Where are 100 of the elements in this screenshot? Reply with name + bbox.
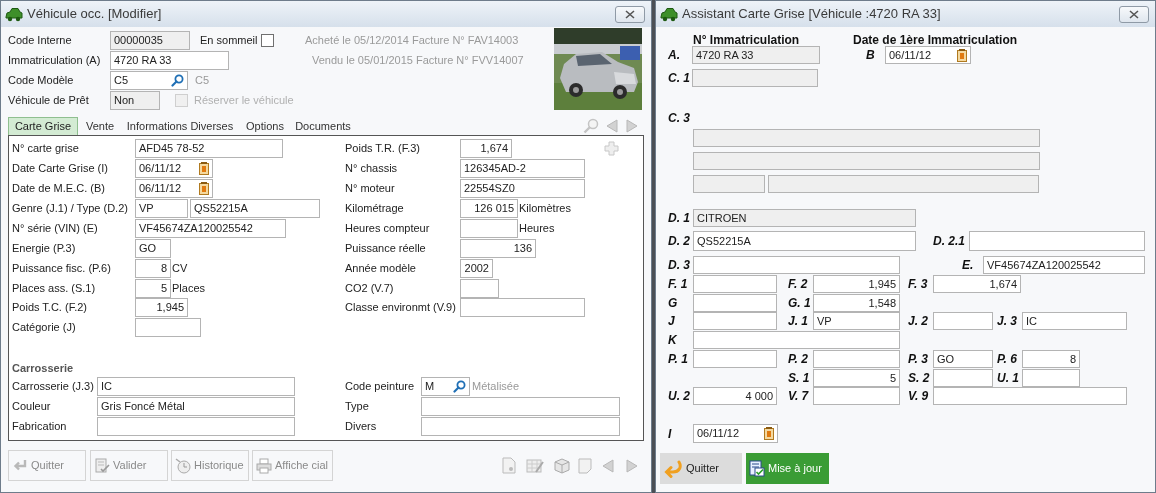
checkbox[interactable] bbox=[261, 34, 274, 47]
field-label: Poids T.R. (F.3) bbox=[345, 141, 420, 157]
date-field[interactable]: 06/11/12 bbox=[885, 46, 971, 64]
text-field[interactable]: IC bbox=[97, 377, 295, 396]
calendar-icon[interactable] bbox=[764, 427, 774, 440]
number-field[interactable]: 1,548 bbox=[813, 294, 900, 312]
close-button[interactable] bbox=[1119, 5, 1149, 23]
text-field[interactable] bbox=[1022, 369, 1080, 387]
section-heading: N° Immatriculation bbox=[693, 32, 800, 49]
number-field[interactable]: 8 bbox=[135, 259, 171, 278]
number-field[interactable]: 1,945 bbox=[813, 275, 900, 293]
close-button[interactable] bbox=[615, 5, 645, 23]
text-field[interactable] bbox=[460, 279, 499, 298]
page-icon[interactable] bbox=[578, 457, 592, 474]
tab[interactable]: Carte Grise bbox=[8, 117, 78, 135]
date-field[interactable]: 06/11/12 bbox=[693, 424, 778, 443]
number-field[interactable] bbox=[460, 219, 518, 238]
table-icon[interactable] bbox=[526, 457, 544, 474]
text-field[interactable] bbox=[135, 318, 201, 337]
text-field[interactable] bbox=[813, 387, 900, 405]
text-field[interactable]: GO bbox=[933, 350, 993, 368]
field-label: N° chassis bbox=[345, 161, 398, 177]
lookup-field[interactable]: C5 bbox=[110, 71, 188, 90]
previous-icon[interactable] bbox=[606, 119, 618, 133]
search-icon[interactable] bbox=[453, 380, 466, 393]
text-field[interactable]: 00000035 bbox=[110, 31, 190, 50]
calendar-icon[interactable] bbox=[199, 162, 209, 175]
text-field[interactable] bbox=[768, 175, 1039, 193]
lookup-field[interactable]: M bbox=[421, 377, 470, 396]
text-field[interactable]: VP bbox=[135, 199, 188, 218]
text-field[interactable] bbox=[693, 350, 777, 368]
text-field[interactable]: IC bbox=[1022, 312, 1127, 330]
text-field[interactable]: Gris Foncé Métal bbox=[97, 397, 295, 416]
field-label: N° série (VIN) (E) bbox=[12, 221, 98, 237]
field-label: Réserver le véhicule bbox=[194, 93, 294, 109]
text-field[interactable] bbox=[969, 231, 1145, 251]
date-field[interactable]: 06/11/12 bbox=[135, 159, 213, 178]
tab[interactable]: Informations Diverses bbox=[122, 117, 238, 135]
text-field[interactable] bbox=[421, 397, 620, 416]
text-field[interactable] bbox=[97, 417, 295, 436]
number-field[interactable]: 136 bbox=[460, 239, 536, 258]
plus-icon[interactable] bbox=[604, 141, 619, 156]
text-field[interactable] bbox=[693, 175, 765, 193]
number-field[interactable]: 2002 bbox=[460, 259, 493, 278]
text-field[interactable] bbox=[693, 256, 900, 274]
tab[interactable]: Documents bbox=[292, 117, 354, 135]
field-label: En sommeil bbox=[200, 33, 258, 49]
text-field[interactable] bbox=[693, 331, 900, 349]
text-field[interactable] bbox=[693, 129, 1040, 147]
text-field[interactable]: GO bbox=[135, 239, 171, 258]
text-field[interactable]: Non bbox=[110, 91, 160, 110]
number-field[interactable]: 8 bbox=[1022, 350, 1080, 368]
text-field[interactable]: 126345AD-2 bbox=[460, 159, 585, 178]
package-icon[interactable] bbox=[553, 457, 571, 474]
text-field[interactable]: 22554SZ0 bbox=[460, 179, 585, 198]
text-field[interactable]: VP bbox=[813, 312, 900, 330]
document-icon[interactable] bbox=[502, 457, 516, 474]
number-field[interactable]: 126 015 bbox=[460, 199, 518, 218]
text-field[interactable] bbox=[692, 69, 818, 87]
text-field[interactable]: CITROEN bbox=[693, 209, 916, 227]
search-icon[interactable] bbox=[171, 74, 184, 87]
tab[interactable]: Vente bbox=[80, 117, 120, 135]
next-icon[interactable] bbox=[626, 119, 638, 133]
text-field[interactable] bbox=[933, 369, 993, 387]
text-field[interactable] bbox=[693, 294, 777, 312]
text-field[interactable] bbox=[933, 387, 1127, 405]
update-button[interactable]: Mise à jour bbox=[746, 453, 829, 484]
text-field[interactable]: 4720 RA 33 bbox=[692, 46, 820, 64]
text-field[interactable]: QS52215A bbox=[190, 199, 320, 218]
text-field[interactable] bbox=[693, 275, 777, 293]
next-icon[interactable] bbox=[626, 458, 638, 473]
text-field[interactable]: VF45674ZA120025542 bbox=[135, 219, 286, 238]
previous-icon[interactable] bbox=[602, 458, 614, 473]
text-field[interactable]: VF45674ZA120025542 bbox=[983, 256, 1145, 274]
number-field[interactable]: 1,674 bbox=[460, 139, 512, 158]
number-field[interactable]: 5 bbox=[135, 279, 171, 298]
number-field[interactable]: 1,945 bbox=[135, 298, 188, 317]
text-field[interactable]: AFD45 78-52 bbox=[135, 139, 283, 158]
text-field[interactable] bbox=[813, 350, 900, 368]
field-label: Classe environmt (V.9) bbox=[345, 300, 456, 316]
text-field[interactable] bbox=[460, 298, 585, 317]
calendar-icon[interactable] bbox=[957, 48, 967, 62]
text-field[interactable] bbox=[693, 312, 777, 330]
field-label: C. 3 bbox=[668, 110, 690, 127]
tab[interactable]: Options bbox=[240, 117, 290, 135]
field-label: Puissance fisc. (P.6) bbox=[12, 261, 111, 277]
number-field[interactable]: 4 000 bbox=[693, 387, 777, 405]
quit-button[interactable]: Quitter bbox=[660, 453, 742, 484]
calendar-icon[interactable] bbox=[199, 182, 209, 195]
number-field[interactable]: 5 bbox=[813, 369, 900, 387]
field-label: D. 3 bbox=[668, 257, 690, 274]
text-field[interactable] bbox=[693, 152, 1040, 170]
date-field[interactable]: 06/11/12 bbox=[135, 179, 213, 198]
field-label: Genre (J.1) / Type (D.2) bbox=[12, 201, 128, 217]
field-label: F. 1 bbox=[668, 276, 688, 293]
text-field[interactable] bbox=[421, 417, 620, 436]
text-field[interactable]: 4720 RA 33 bbox=[110, 51, 229, 70]
number-field[interactable]: 1,674 bbox=[933, 275, 1021, 293]
text-field[interactable] bbox=[933, 312, 993, 330]
text-field[interactable]: QS52215A bbox=[693, 231, 916, 251]
